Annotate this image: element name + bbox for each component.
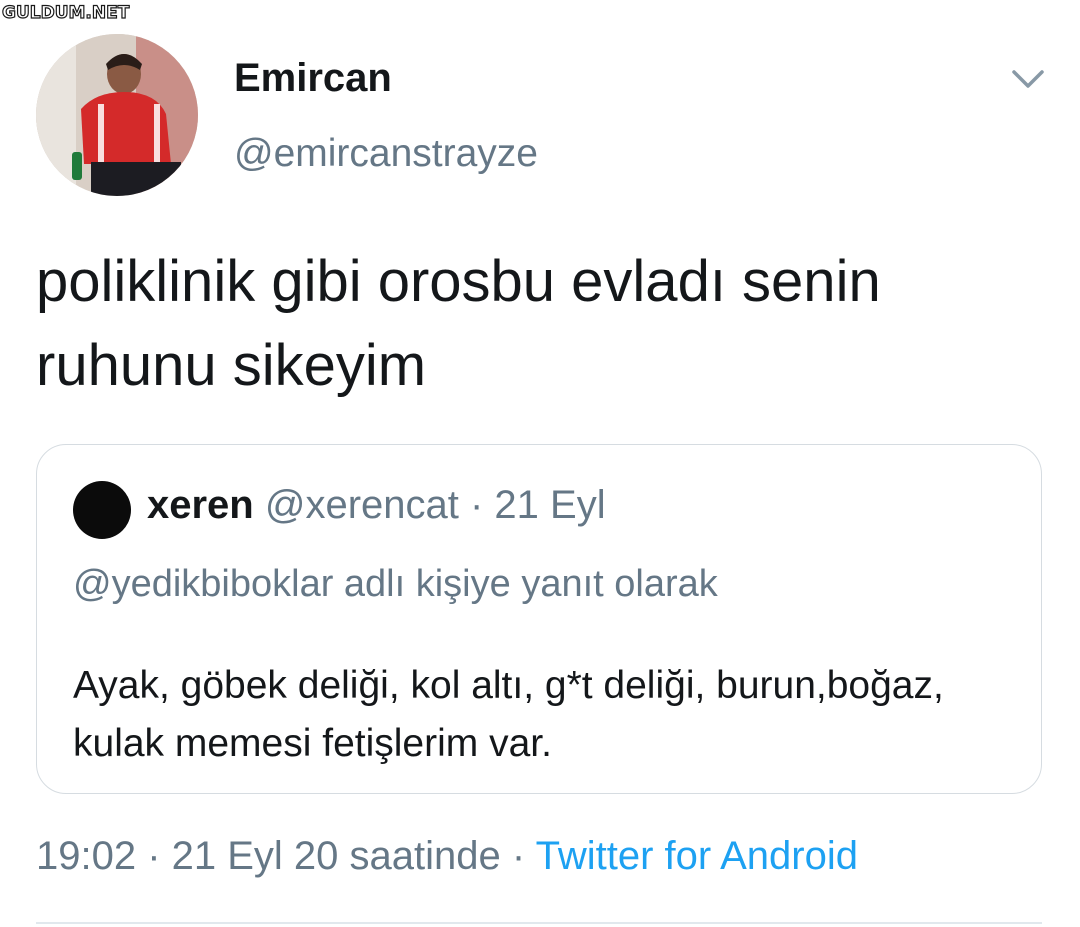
chevron-down-icon[interactable] (1008, 62, 1048, 94)
user-handle[interactable]: @emircanstrayze (234, 132, 538, 176)
site-watermark: GULDUM.NET (1, 3, 130, 23)
display-name[interactable]: Emircan (234, 56, 392, 101)
quoted-handle-date: @xerencat · 21 Eyl (253, 483, 606, 527)
tweet-source-link[interactable]: Twitter for Android (536, 834, 858, 878)
quoted-user-avatar[interactable] (73, 481, 131, 539)
reply-context: @yedikbiboklar adlı kişiye yanıt olarak (73, 563, 718, 605)
user-avatar[interactable] (36, 34, 198, 196)
quoted-display-name[interactable]: xeren (147, 483, 254, 527)
tweet-text: poliklinik gibi orosbu evladı senin ruhu… (36, 249, 881, 398)
quoted-tweet-text: Ayak, göbek deliği, kol altı, g*t deliği… (73, 664, 944, 765)
tweet-timestamp[interactable]: 19:02 · 21 Eyl 20 saatinde · (36, 834, 536, 878)
tweet-metadata: 19:02 · 21 Eyl 20 saatinde · Twitter for… (36, 834, 858, 879)
quoted-tweet-header: xeren @xerencat · 21 Eyl (147, 483, 606, 528)
quoted-tweet-card[interactable]: xeren @xerencat · 21 Eyl @yedikbiboklar … (36, 444, 1042, 794)
divider (36, 922, 1042, 924)
